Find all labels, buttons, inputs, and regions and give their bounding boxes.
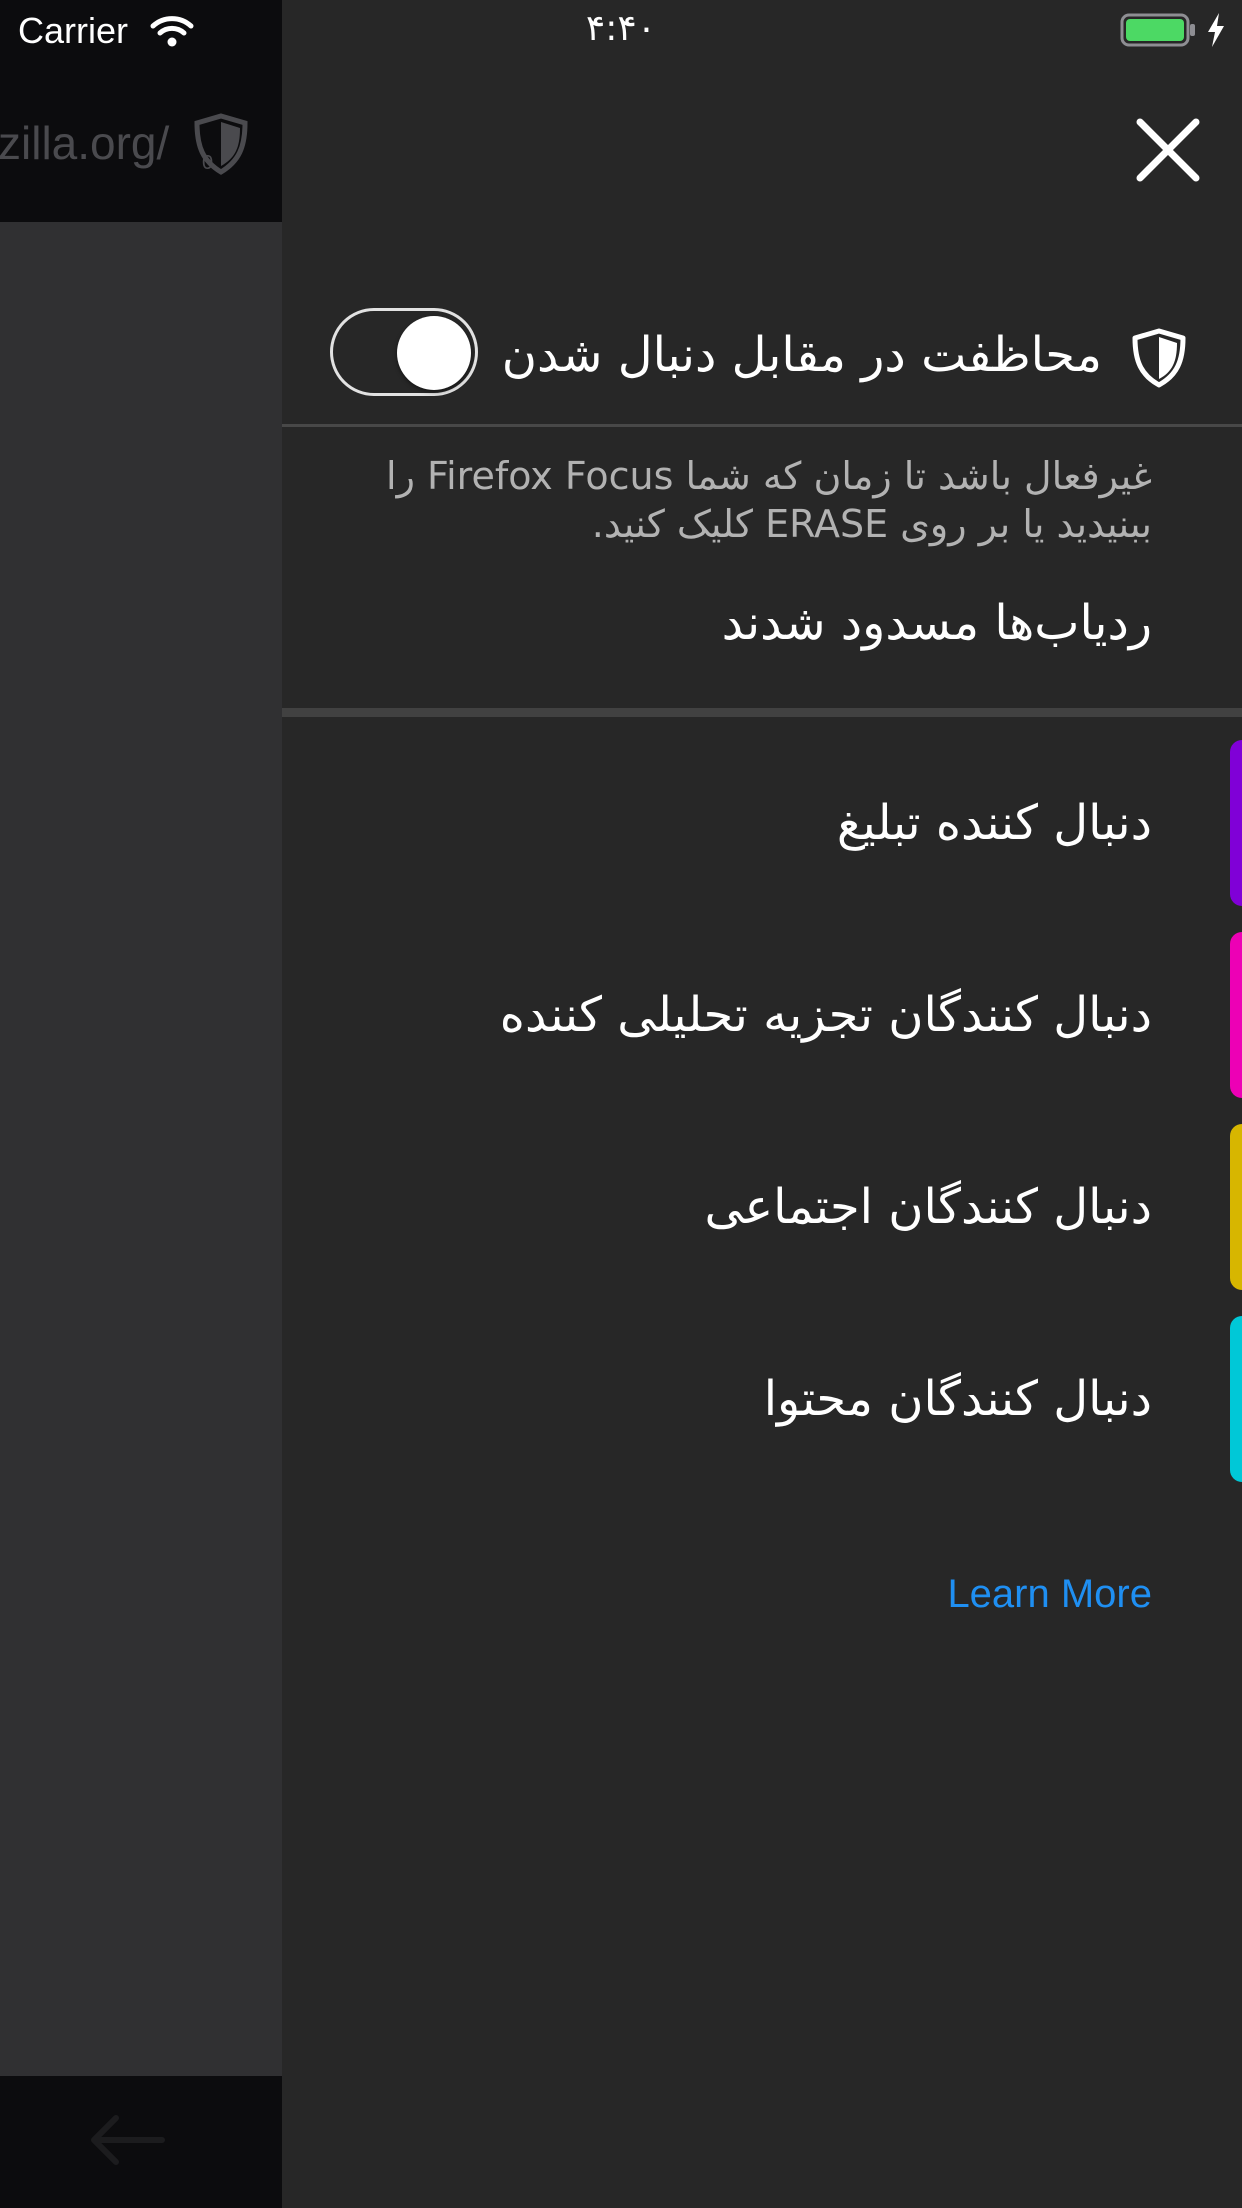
tracker-row-analytics: دنبال کنندگان تجزیه تحلیلی کننده [282,932,1242,1098]
clock: ۴:۴۰ [585,8,657,49]
close-button[interactable] [1120,102,1216,198]
section-divider [282,708,1242,717]
url-text[interactable]: zilla.org/ [0,116,169,170]
tracker-color-bar [1230,740,1242,906]
learn-more-link[interactable]: Learn More [947,1566,1152,1622]
browser-page-background [0,0,282,2208]
toggle-knob [397,316,471,390]
tracking-protection-label: محاظفت در مقابل دنبال شدن [501,327,1102,383]
tracker-row-content: دنبال کنندگان محتوا [282,1316,1242,1482]
tracking-shield-icon[interactable]: 0 [193,113,249,175]
tracking-protection-toggle[interactable] [330,308,478,396]
tracker-row-ad: دنبال کننده تبلیغ [282,740,1242,906]
blocked-count-badge: 0 [202,152,213,174]
tracker-row-social: دنبال کنندگان اجتماعی [282,1124,1242,1290]
back-arrow-icon[interactable] [86,2112,166,2168]
tracker-label: دنبال کنندگان محتوا [763,1371,1152,1427]
charging-bolt-icon [1208,13,1224,47]
battery-icon [1120,13,1195,47]
status-bar: Carrier ۴:۴۰ [0,0,1242,60]
tracker-label: دنبال کنندگان اجتماعی [704,1179,1153,1235]
divider [282,424,1242,427]
tracking-protection-row: محاظفت در مقابل دنبال شدن [282,300,1242,424]
tracker-color-bar [1230,932,1242,1098]
trackers-blocked-heading: ردیاب‌ها مسدود شدند [721,595,1152,651]
tracker-color-bar [1230,1124,1242,1290]
close-icon [1136,118,1200,182]
tracker-label: دنبال کننده تبلیغ [836,795,1152,851]
protection-description: غیرفعال باشد تا زمان که شما Firefox Focu… [386,454,1152,546]
tracker-color-bar [1230,1316,1242,1482]
tracking-protection-panel: محاظفت در مقابل دنبال شدن غیرفعال باشد ت… [282,0,1242,2208]
tracker-label: دنبال کنندگان تجزیه تحلیلی کننده [499,987,1152,1043]
shield-icon [1132,328,1186,388]
